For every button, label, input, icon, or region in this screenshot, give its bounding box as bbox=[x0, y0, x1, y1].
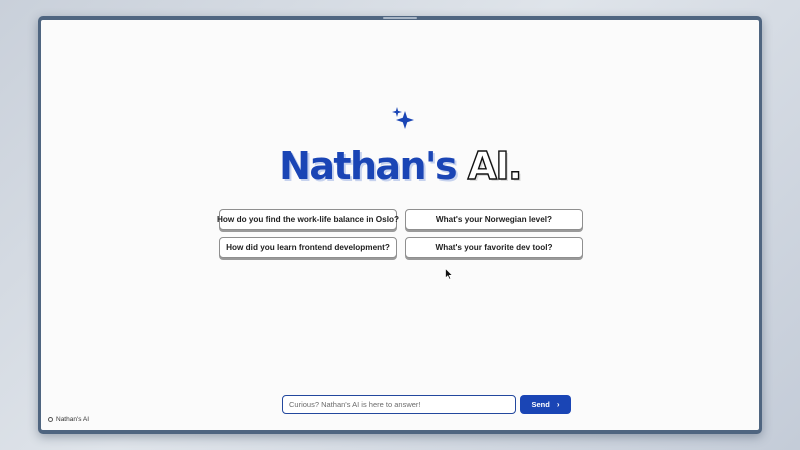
sparkles-icon bbox=[392, 107, 414, 129]
suggestion-chip-norwegian[interactable]: What's your Norwegian level? bbox=[405, 209, 583, 230]
suggestion-grid: How do you find the work-life balance in… bbox=[217, 209, 585, 258]
chat-screen: Nathan's AI. How do you find the work-li… bbox=[41, 20, 759, 430]
send-button-label: Send bbox=[531, 400, 550, 409]
circle-icon bbox=[48, 417, 53, 422]
suggestion-chip-frontend[interactable]: How did you learn frontend development? bbox=[219, 237, 397, 258]
footer-brand: Nathan's AI bbox=[48, 416, 89, 423]
suggestion-chip-dev-tool[interactable]: What's your favorite dev tool? bbox=[405, 237, 583, 258]
brand-name: Nathan's bbox=[279, 144, 457, 188]
footer-label: Nathan's AI bbox=[56, 416, 90, 423]
device-frame: Nathan's AI. How do you find the work-li… bbox=[38, 16, 762, 434]
brand-suffix: AI. bbox=[467, 143, 523, 188]
chat-composer: Send › bbox=[282, 395, 571, 414]
send-button[interactable]: Send › bbox=[520, 395, 571, 414]
brand-logo: Nathan's AI. bbox=[41, 142, 759, 190]
device-notch bbox=[383, 17, 417, 19]
chat-input[interactable] bbox=[282, 395, 516, 414]
mouse-cursor-icon bbox=[445, 268, 453, 280]
chevron-right-icon: › bbox=[556, 399, 560, 409]
suggestion-chip-oslo[interactable]: How do you find the work-life balance in… bbox=[217, 209, 399, 230]
